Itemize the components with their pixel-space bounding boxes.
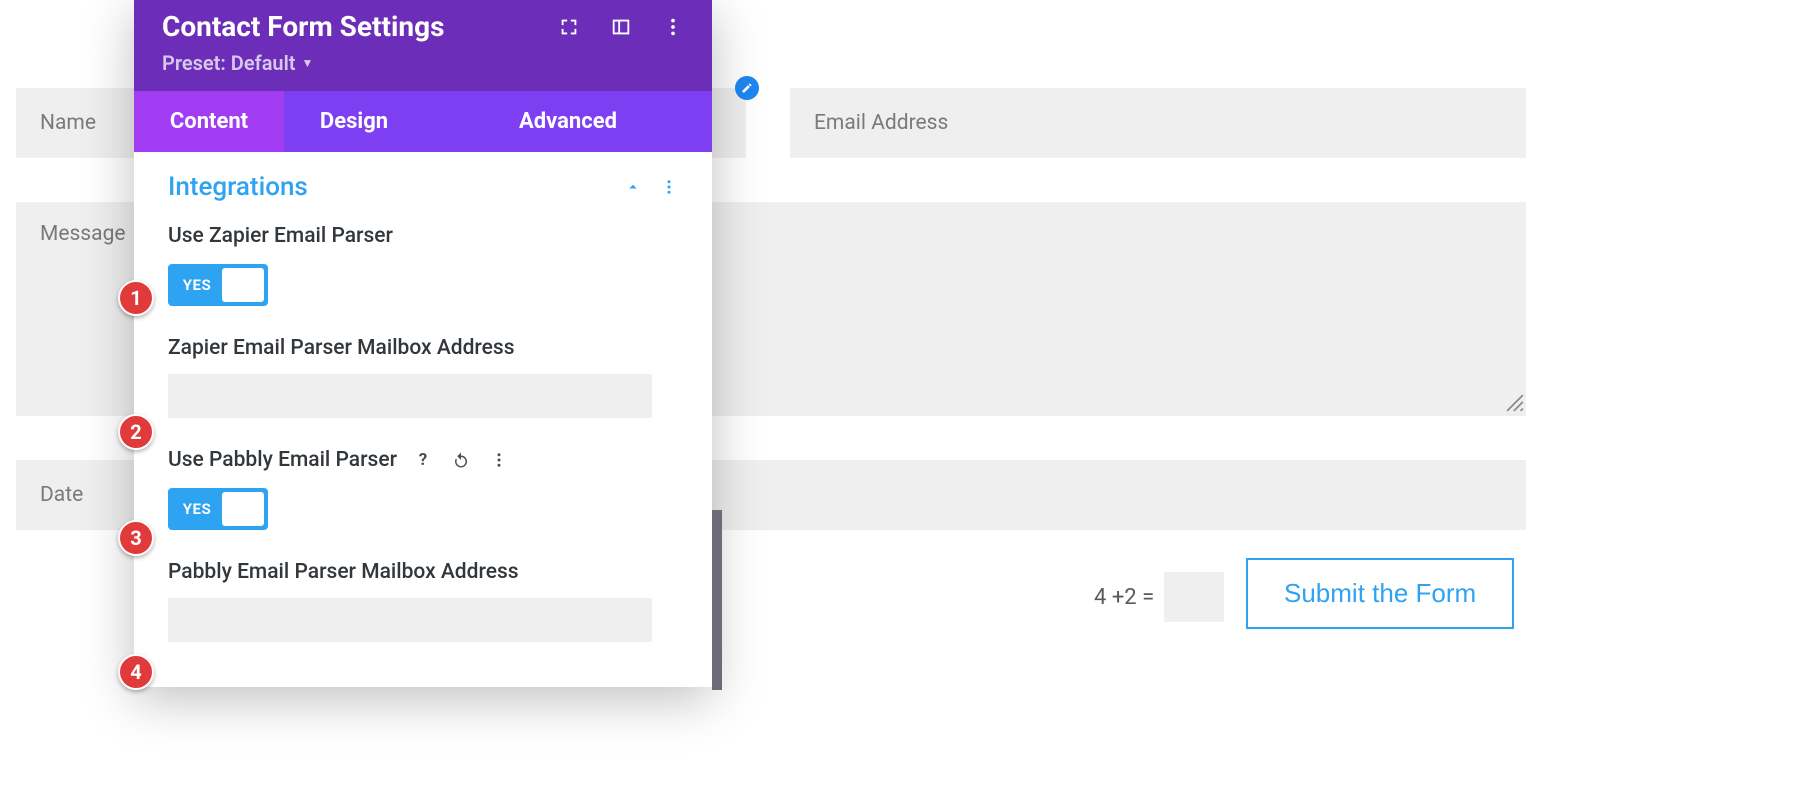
toggle-value: YES (172, 500, 222, 518)
kebab-icon[interactable] (660, 178, 678, 196)
modal-title: Contact Form Settings (162, 10, 444, 43)
pabbly-toggle[interactable]: YES (168, 488, 268, 530)
modal-header: Contact Form Settings Preset: Default ▼ (134, 0, 712, 91)
preset-selector[interactable]: Preset: Default ▼ (162, 51, 313, 75)
modal-body: Integrations Use Zapier Email Parser YES… (134, 152, 712, 687)
captcha-input[interactable] (1164, 572, 1224, 622)
kebab-icon[interactable] (662, 16, 684, 38)
sidebar-icon[interactable] (610, 16, 632, 38)
pabbly-toggle-label-text: Use Pabbly Email Parser (168, 448, 397, 472)
pabbly-address-input[interactable] (168, 598, 652, 642)
expand-icon[interactable] (558, 16, 580, 38)
annotation-badge-2: 2 (118, 414, 154, 450)
annotation-badge-3: 3 (118, 520, 154, 556)
help-icon[interactable]: ? (411, 448, 435, 472)
section-title-integrations[interactable]: Integrations (168, 172, 308, 202)
annotation-badge-4: 4 (118, 654, 154, 690)
preset-label: Preset: Default (162, 51, 296, 75)
pabbly-address-label: Pabbly Email Parser Mailbox Address (168, 560, 678, 584)
zapier-address-label: Zapier Email Parser Mailbox Address (168, 336, 678, 360)
reset-icon[interactable] (449, 448, 473, 472)
toggle-knob (222, 492, 264, 526)
textarea-resize-icon[interactable] (1506, 394, 1524, 412)
module-edit-icon[interactable] (735, 76, 759, 100)
tab-content[interactable]: Content (134, 91, 284, 152)
tab-design[interactable]: Design (284, 91, 424, 152)
annotation-badge-1: 1 (118, 280, 154, 316)
zapier-toggle[interactable]: YES (168, 264, 268, 306)
zapier-toggle-label: Use Zapier Email Parser (168, 224, 678, 248)
tab-advanced[interactable]: Advanced (424, 91, 712, 152)
zapier-address-input[interactable] (168, 374, 652, 418)
submit-button[interactable]: Submit the Form (1246, 558, 1514, 629)
kebab-icon[interactable] (487, 448, 511, 472)
pabbly-toggle-label: Use Pabbly Email Parser ? (168, 448, 678, 472)
modal-tabs: Content Design Advanced (134, 91, 712, 152)
settings-modal: Contact Form Settings Preset: Default ▼ … (134, 0, 712, 687)
caret-down-icon: ▼ (302, 56, 314, 70)
modal-scrollbar[interactable] (712, 510, 722, 690)
toggle-value: YES (172, 276, 222, 294)
captcha-label: 4 +2 = (1094, 585, 1154, 610)
toggle-knob (222, 268, 264, 302)
email-input[interactable]: Email Address (790, 88, 1526, 158)
chevron-up-icon[interactable] (624, 178, 642, 196)
